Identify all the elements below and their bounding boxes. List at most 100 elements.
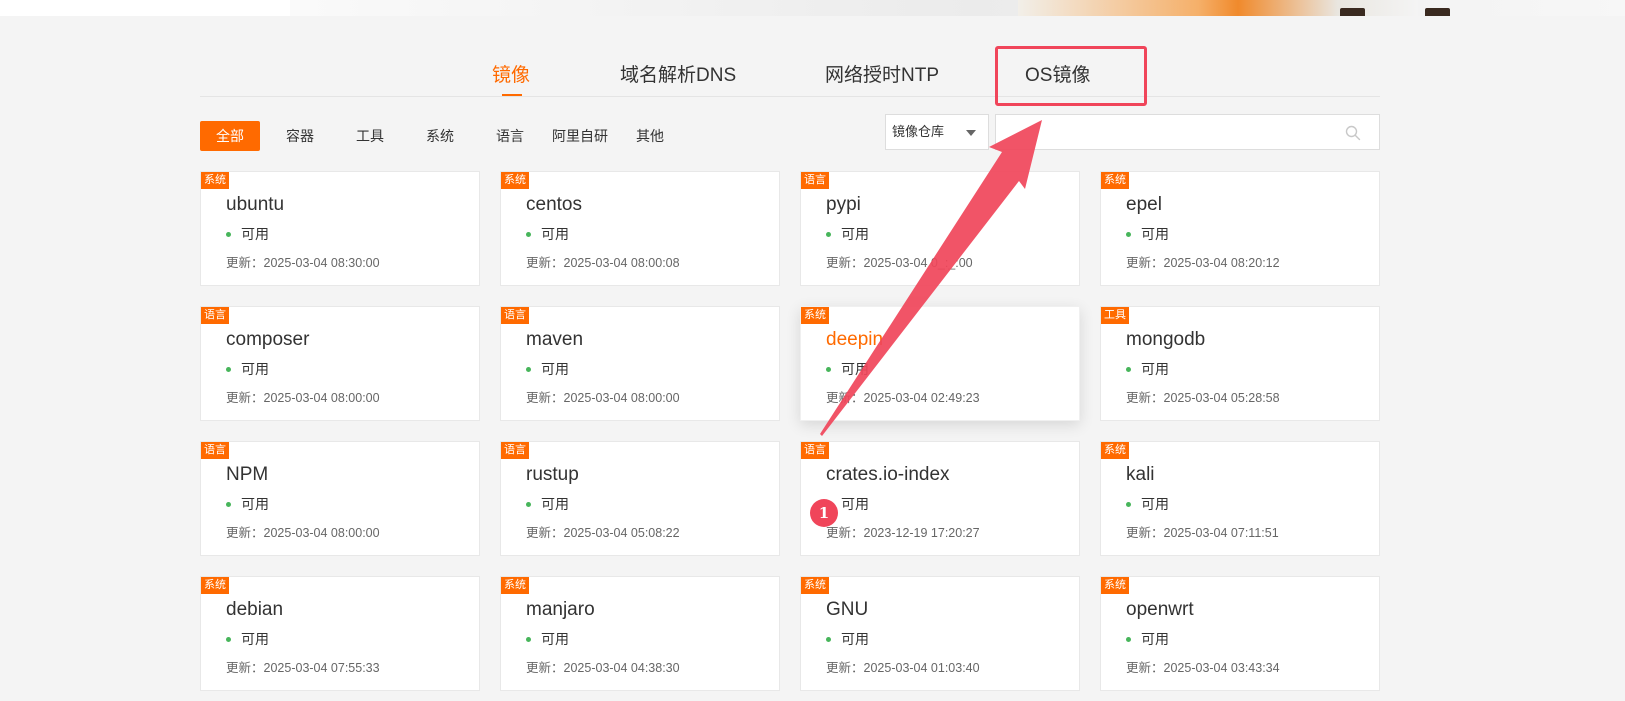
status-indicator: 可用 [226, 359, 269, 379]
updated-value: 2025-03-04 08:00:00 [263, 391, 380, 405]
tab-dns[interactable]: 域名解析DNS [620, 60, 736, 87]
status-indicator: 可用 [1126, 359, 1169, 379]
mirror-name[interactable]: mongodb [1126, 329, 1205, 351]
mirror-card[interactable]: 系统 deepin 可用 更新：2025-03-04 02:49:23 [800, 306, 1080, 421]
updated-time: 更新：2025-03-04 07:11:51 [1126, 522, 1279, 541]
repository-select-value: 镜像仓库 [892, 124, 945, 139]
status-dot-icon [826, 231, 831, 237]
updated-prefix: 更新： [826, 661, 864, 675]
status-dot-icon [1126, 231, 1131, 237]
status-indicator: 可用 [226, 224, 269, 244]
updated-prefix: 更新： [226, 661, 264, 675]
mirror-card[interactable]: 语言 maven 可用更新：2025-03-04 08:00:00 [500, 306, 780, 421]
updated-time: 更新：2025-03-04 08:00:00 [226, 387, 380, 406]
updated-value: 2025-03-04 04:38:30 [563, 661, 680, 675]
status-label: 可用 [541, 496, 569, 512]
mirror-card[interactable]: 语言 NPM 可用 更新：2025-03-04 08:00:00 [200, 441, 480, 556]
mirror-name[interactable]: GNU [826, 599, 868, 621]
mirror-card[interactable]: 系统 epel 可用 更新：2025-03-04 08:20:12 [1100, 171, 1380, 286]
updated-time: 更新：2025-03-04 01:03:40 [826, 657, 980, 676]
mirror-name[interactable]: pypi [826, 194, 861, 216]
search-icon[interactable] [1345, 125, 1361, 141]
filter-alibaba[interactable]: 阿里自研 [546, 121, 614, 151]
updated-value: 2025-03-04 0_:_:00 [863, 256, 973, 270]
mirror-card[interactable]: 语言 composer 可用 更新：2025-03-04 08:00:00 [200, 306, 480, 421]
status-dot-icon [826, 636, 831, 642]
status-dot-icon [226, 366, 231, 372]
updated-value: 2025-03-04 08:00:08 [563, 256, 680, 270]
category-badge: 系统 [801, 307, 829, 324]
updated-time: 更新：2025-03-04 08:20:12 [1126, 252, 1280, 271]
status-label: 可用 [841, 496, 869, 512]
status-label: 可用 [1141, 631, 1169, 647]
search-input[interactable] [996, 115, 1336, 149]
updated-value: 2025-03-04 05:08:22 [563, 526, 680, 540]
mirror-card[interactable]: 系统 manjaro 可用 更新：2025-03-04 04:38:30 [500, 576, 780, 691]
filter-language[interactable]: 语言 [480, 121, 540, 151]
repository-select[interactable]: 镜像仓库 [885, 114, 989, 150]
status-dot-icon [526, 501, 531, 507]
mirror-name[interactable]: debian [226, 599, 283, 621]
status-indicator: 可用 [526, 224, 569, 244]
category-badge: 语言 [501, 307, 529, 324]
mirror-card[interactable]: 系统 openwrt 可用 更新：2025-03-04 03:43:34 [1100, 576, 1380, 691]
mirror-card[interactable]: 系统 centos 可用 更新：2025-03-04 08:00:08 [500, 171, 780, 286]
mirror-name[interactable]: epel [1126, 194, 1162, 216]
mirror-name[interactable]: crates.io-index [826, 464, 950, 486]
mirror-card[interactable]: 语言 rustup 可用 更新：2025-03-04 05:08:22 [500, 441, 780, 556]
updated-time: 更新：2025-03-04 07:55:33 [226, 657, 380, 676]
updated-time: 更新：2025-03-04 08:30:00 [226, 252, 380, 271]
status-indicator: 可用 [526, 494, 569, 514]
filter-all[interactable]: 全部 [200, 121, 260, 151]
mirror-name[interactable]: centos [526, 194, 582, 216]
status-label: 可用 [841, 361, 869, 377]
filter-other[interactable]: 其他 [620, 121, 680, 151]
mirror-name[interactable]: kali [1126, 464, 1155, 486]
status-label: 可用 [1141, 361, 1169, 377]
mirror-card[interactable]: 语言 pypi 可用 更新：2025-03-04 0_:_:00 [800, 171, 1080, 286]
category-badge: 系统 [1101, 442, 1129, 459]
category-badge: 系统 [1101, 577, 1129, 594]
updated-prefix: 更新： [826, 256, 864, 270]
banner-decoration-block [1340, 8, 1365, 16]
status-label: 可用 [541, 361, 569, 377]
updated-prefix: 更新： [526, 661, 564, 675]
mirror-name[interactable]: rustup [526, 464, 579, 486]
status-dot-icon [1126, 366, 1131, 372]
category-badge: 系统 [201, 172, 229, 189]
mirror-name[interactable]: maven [526, 329, 583, 351]
status-label: 可用 [241, 361, 269, 377]
filter-system[interactable]: 系统 [410, 121, 470, 151]
updated-time: 更新：2025-03-04 08:00:00 [526, 387, 680, 406]
mirror-name[interactable]: composer [226, 329, 309, 351]
mirror-name[interactable]: ubuntu [226, 194, 284, 216]
tab-mirror[interactable]: 镜像 [492, 60, 530, 87]
updated-prefix: 更新： [226, 256, 264, 270]
status-indicator: 可用 [1126, 629, 1169, 649]
mirror-name[interactable]: deepin [826, 329, 883, 351]
updated-prefix: 更新： [826, 526, 864, 540]
mirror-card[interactable]: 系统 ubuntu 可用更新：2025-03-04 08:30:00 [200, 171, 480, 286]
updated-time: 更新：2025-03-04 05:08:22 [526, 522, 680, 541]
status-label: 可用 [1141, 496, 1169, 512]
mirror-card[interactable]: 系统 kali 可用更新：2025-03-04 07:11:51 [1100, 441, 1380, 556]
mirror-card[interactable]: 系统 GNU 可用 更新：2025-03-04 01:03:40 [800, 576, 1080, 691]
updated-value: 2025-03-04 05:28:58 [1163, 391, 1280, 405]
updated-prefix: 更新： [226, 526, 264, 540]
filter-container[interactable]: 容器 [270, 121, 330, 151]
mirror-name[interactable]: manjaro [526, 599, 595, 621]
status-dot-icon [826, 366, 831, 372]
tab-ntp[interactable]: 网络授时NTP [825, 60, 939, 87]
filter-tools[interactable]: 工具 [340, 121, 400, 151]
updated-time: 更新：2025-03-04 08:00:08 [526, 252, 680, 271]
updated-time: 更新：2025-03-04 08:00:00 [226, 522, 380, 541]
mirror-card[interactable]: 系统 debian 可用 更新：2025-03-04 07:55:33 [200, 576, 480, 691]
mirror-card[interactable]: 工具 mongodb 可用 更新：2025-03-04 05:28:58 [1100, 306, 1380, 421]
status-dot-icon [1126, 501, 1131, 507]
updated-value: 2025-03-04 07:11:51 [1163, 526, 1279, 540]
updated-time: 更新：2025-03-04 0_:_:00 [826, 252, 973, 271]
updated-prefix: 更新： [1126, 391, 1164, 405]
mirror-name[interactable]: NPM [226, 464, 268, 486]
mirror-card[interactable]: 语言 crates.io-index 可用 更新：2023-12-19 17:20:2… [800, 441, 1080, 556]
mirror-name[interactable]: openwrt [1126, 599, 1194, 621]
